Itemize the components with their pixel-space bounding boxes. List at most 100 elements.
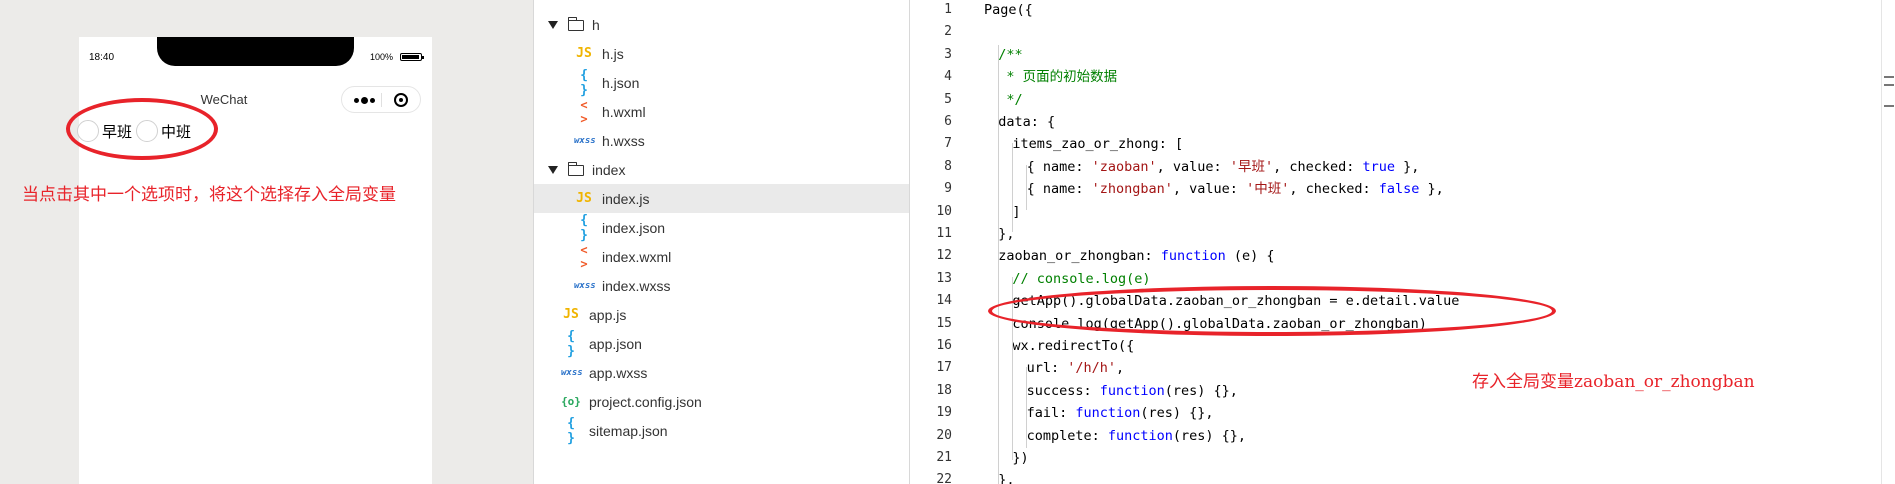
tree-file-sitemap-json[interactable]: { } sitemap.json (534, 415, 910, 446)
line-number: 10 (936, 203, 952, 219)
code-line[interactable]: wx.redirectTo({ (1012, 335, 1134, 357)
indent-guide (998, 45, 999, 484)
js-file-icon: JS (563, 307, 579, 322)
line-number: 22 (936, 472, 952, 484)
tree-file-h-json[interactable]: { } h.json (534, 67, 910, 98)
line-number: 20 (936, 427, 952, 443)
code-token: function (1107, 427, 1173, 444)
json-file-icon: { } (580, 67, 588, 98)
tree-item-label: index.json (602, 219, 666, 236)
tree-item-label: index.js (602, 190, 650, 207)
indent-guide (1026, 165, 1027, 210)
code-token: { name: (1026, 158, 1092, 175)
json-file-icon: { } (567, 328, 575, 359)
code-token: function (1075, 405, 1141, 422)
code-token: '/h/h' (1067, 360, 1117, 377)
code-token: , value: (1172, 181, 1247, 198)
tree-item-label: app.js (589, 306, 627, 323)
line-number: 17 (936, 360, 952, 376)
line-number: 19 (936, 405, 952, 421)
code-token: 'zaoban' (1091, 158, 1157, 175)
tree-file-index-wxss[interactable]: wxss index.wxss (534, 271, 910, 300)
line-number: 18 (936, 382, 952, 398)
code-line[interactable]: { name: 'zaoban', value: '早班', checked: … (1027, 156, 1420, 178)
close-miniprogram-icon[interactable] (394, 93, 408, 107)
tree-item-label: h.wxml (602, 103, 646, 120)
code-line[interactable]: items_zao_or_zhong: [ (1012, 133, 1183, 155)
more-dots-icon[interactable] (350, 92, 378, 108)
code-token: true (1362, 158, 1395, 175)
tree-item-label: project.config.json (589, 393, 702, 410)
code-line[interactable]: ] (1012, 201, 1020, 223)
wxss-file-icon: wxss (561, 367, 583, 378)
code-token: // console.log(e) (1012, 270, 1151, 287)
tree-item-label: h.json (602, 74, 640, 91)
chevron-down-icon[interactable] (548, 21, 558, 29)
code-line[interactable]: /** (998, 44, 1022, 66)
code-line[interactable]: * 页面的初始数据 (998, 66, 1117, 88)
line-number: 9 (944, 181, 952, 197)
code-line[interactable]: }) (1012, 447, 1028, 469)
code-token: , checked: (1289, 181, 1379, 198)
code-token: (res) {}, (1140, 405, 1214, 422)
tree-file-app-json[interactable]: { } app.json (534, 328, 910, 359)
js-file-icon: JS (576, 191, 592, 206)
code-line[interactable]: zaoban_or_zhongban: function (e) { (998, 245, 1274, 267)
tree-file-h-wxss[interactable]: wxss h.wxss (534, 126, 910, 155)
code-token: wx.redirectTo({ (1012, 338, 1135, 354)
tree-file-h-js[interactable]: JS h.js (534, 39, 910, 68)
tree-file-h-wxml[interactable]: < > h.wxml (534, 97, 910, 126)
line-number: 7 (944, 136, 952, 152)
code-line[interactable]: }, (998, 469, 1014, 484)
code-line[interactable]: success: function(res) {}, (1027, 380, 1238, 402)
code-line[interactable]: { name: 'zhongban', value: '中班', checked… (1027, 178, 1444, 200)
tree-file-index-wxml[interactable]: < > index.wxml (534, 242, 910, 271)
code-token: '早班' (1229, 158, 1274, 175)
code-token: function (1160, 248, 1226, 265)
code-token: false (1378, 181, 1420, 198)
menu-capsule[interactable] (341, 86, 421, 113)
code-line[interactable]: data: { (998, 111, 1055, 133)
line-number: 6 (944, 114, 952, 129)
code-token: items_zao_or_zhong: [ (1012, 136, 1184, 153)
highlight-ellipse-code (988, 286, 1556, 336)
code-line[interactable]: Page({ (984, 0, 1033, 21)
phone-notch (157, 37, 354, 66)
code-line[interactable]: complete: function(res) {}, (1027, 425, 1246, 447)
code-line[interactable]: fail: function(res) {}, (1027, 402, 1214, 424)
code-token: }, (1419, 181, 1444, 198)
line-number: 3 (944, 46, 952, 62)
indent-guide (1026, 367, 1027, 448)
wxss-file-icon: wxss (574, 135, 596, 146)
code-token: (res) {}, (1164, 382, 1238, 399)
line-number: 4 (944, 69, 952, 85)
code-line[interactable]: url: '/h/h', (1027, 357, 1125, 379)
tree-folder-h[interactable]: h (534, 10, 910, 39)
code-editor[interactable]: 1 2 3 4 5 6 7 8 9 10 11 12 13 14 15 16 17 18 19 20 21 22 Page… (909, 0, 1895, 484)
line-number: 16 (936, 338, 952, 353)
json-file-icon: { } (567, 415, 575, 446)
tree-item-label: app.json (589, 335, 642, 352)
wxml-file-icon: < > (580, 242, 588, 271)
code-token: complete: (1026, 427, 1108, 444)
code-line[interactable]: */ (998, 89, 1022, 111)
json-file-icon: { } (580, 212, 588, 243)
battery-percentage: 100% (370, 52, 394, 62)
code-token: }) (1012, 450, 1029, 466)
tree-file-app-wxss[interactable]: wxss app.wxss (534, 358, 910, 387)
line-number: 14 (936, 293, 952, 309)
tree-file-index-js[interactable]: JS index.js (534, 184, 910, 213)
tree-file-app-js[interactable]: JS app.js (534, 300, 910, 329)
editor-scrollbar[interactable] (1881, 0, 1895, 484)
tree-item-label: index.wxss (602, 277, 671, 294)
code-token: function (1099, 382, 1165, 399)
status-time: 18:40 (89, 52, 115, 63)
tree-file-index-json[interactable]: { } index.json (534, 212, 910, 243)
tree-folder-index[interactable]: index (534, 155, 910, 184)
code-token: */ (998, 91, 1023, 108)
chevron-down-icon[interactable] (548, 166, 558, 174)
folder-open-icon (567, 17, 584, 31)
tree-file-project-config-json[interactable]: {o} project.config.json (534, 387, 910, 416)
code-line[interactable]: // console.log(e) (1012, 268, 1150, 290)
line-number: 21 (936, 450, 952, 465)
